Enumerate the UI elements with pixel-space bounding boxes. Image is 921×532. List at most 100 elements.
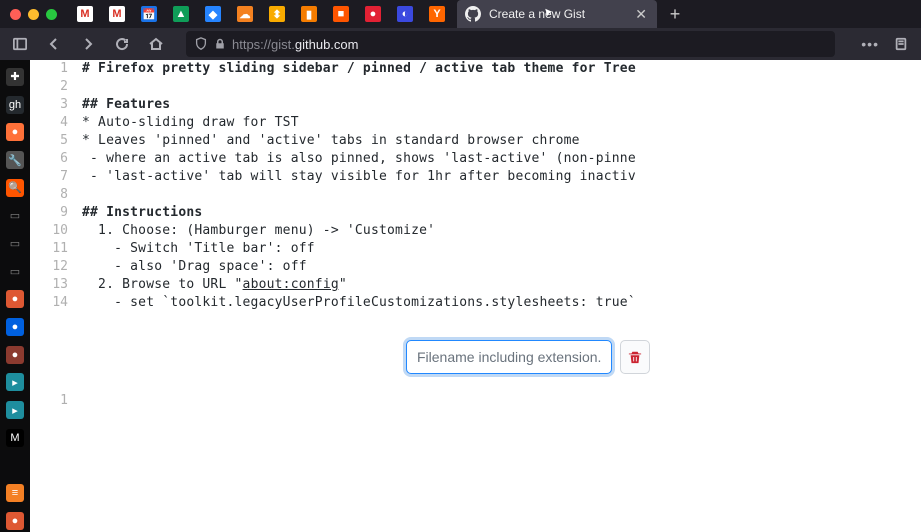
- close-window-button[interactable]: [10, 9, 21, 20]
- code-line: 9## Instructions: [30, 204, 921, 222]
- sidebar-item-11[interactable]: ▸: [4, 371, 26, 393]
- sidebar-item-12[interactable]: ▸: [4, 399, 26, 421]
- sidebar-icon: ≡: [6, 484, 24, 502]
- code-line: 2: [30, 78, 921, 96]
- url-text: https://gist.github.com: [232, 37, 358, 52]
- forward-button[interactable]: [74, 30, 102, 58]
- pinned-tab-5[interactable]: ☁: [229, 0, 261, 28]
- code-line: 7 - 'last-active' tab will stay visible …: [30, 168, 921, 186]
- sidebar-item-3[interactable]: 🔧: [4, 149, 26, 171]
- pinned-tab-2[interactable]: 📅: [133, 0, 165, 28]
- sidebar-icon: ▭: [6, 207, 24, 225]
- shield-icon: [194, 37, 208, 51]
- line-number: 4: [30, 114, 82, 132]
- sidebar-item-8[interactable]: ●: [4, 288, 26, 310]
- favicon: ▲: [173, 6, 189, 22]
- sidebar-item-10[interactable]: ●: [4, 344, 26, 366]
- active-tab[interactable]: Create a new Gist ✕: [457, 0, 657, 28]
- url-bar[interactable]: https://gist.github.com: [186, 31, 835, 57]
- reader-button[interactable]: [887, 30, 915, 58]
- pinned-tab-3[interactable]: ▲: [165, 0, 197, 28]
- line-number: 5: [30, 132, 82, 150]
- pinned-tab-8[interactable]: ■: [325, 0, 357, 28]
- code-line: 11 - Switch 'Title bar': off: [30, 240, 921, 258]
- line-number: 1: [30, 60, 82, 78]
- sidebar-icon: ●: [6, 346, 24, 364]
- sidebar-item-7[interactable]: ▭: [4, 260, 26, 282]
- minimize-window-button[interactable]: [28, 9, 39, 20]
- vertical-sidebar: ✚ gh ● 🔧 🔍 ▭ ▭ ▭ ● ● ● ▸ ▸ M ≡ ●: [0, 60, 30, 532]
- sidebar-icon: ●: [6, 123, 24, 141]
- code-line: 8: [30, 186, 921, 204]
- sidebar-item-0[interactable]: ✚: [4, 66, 26, 88]
- new-tab-button[interactable]: +: [661, 0, 689, 28]
- reload-button[interactable]: [108, 30, 136, 58]
- sidebar-icon: ▸: [6, 401, 24, 419]
- favicon: 📅: [141, 6, 157, 22]
- sidebar-icon: gh: [6, 96, 24, 114]
- pinned-tab-0[interactable]: M: [69, 0, 101, 28]
- sidebar-item-13[interactable]: M: [4, 427, 26, 449]
- line-number: 7: [30, 168, 82, 186]
- sidebar-icon: [6, 457, 24, 475]
- back-button[interactable]: [40, 30, 68, 58]
- filename-input[interactable]: [406, 340, 612, 374]
- pinned-tab-7[interactable]: ▮: [293, 0, 325, 28]
- code-text: * Leaves 'pinned' and 'active' tabs in s…: [82, 132, 580, 150]
- code-text: 1. Choose: (Hamburger menu) -> 'Customiz…: [82, 222, 435, 240]
- favicon: ⬍: [269, 6, 285, 22]
- sidebar-icon: ●: [6, 290, 24, 308]
- code-line: 6 - where an active tab is also pinned, …: [30, 150, 921, 168]
- page-actions-button[interactable]: •••: [861, 36, 879, 52]
- favicon: M: [109, 6, 125, 22]
- code-editor-1[interactable]: 1# Firefox pretty sliding sidebar / pinn…: [30, 60, 921, 312]
- sidebar-icon: 🔧: [6, 151, 24, 169]
- sidebar-item-4[interactable]: 🔍: [4, 177, 26, 199]
- sidebar-item-15[interactable]: ≡: [4, 482, 26, 504]
- maximize-window-button[interactable]: [46, 9, 57, 20]
- code-line: 1# Firefox pretty sliding sidebar / pinn…: [30, 60, 921, 78]
- pinned-tab-10[interactable]: ◐: [389, 0, 421, 28]
- code-text: ## Instructions: [82, 204, 202, 222]
- sidebar-item-5[interactable]: ▭: [4, 205, 26, 227]
- sidebar-toggle-button[interactable]: [6, 30, 34, 58]
- code-editor-2[interactable]: 1: [30, 390, 921, 410]
- sidebar-item-6[interactable]: ▭: [4, 233, 26, 255]
- close-tab-button[interactable]: ✕: [633, 6, 649, 23]
- home-button[interactable]: [142, 30, 170, 58]
- code-line: 13 2. Browse to URL "about:config": [30, 276, 921, 294]
- code-text: - 'last-active' tab will stay visible fo…: [82, 168, 636, 186]
- sidebar-item-16[interactable]: ●: [4, 510, 26, 532]
- pinned-tab-9[interactable]: ●: [357, 0, 389, 28]
- code-text: - where an active tab is also pinned, sh…: [82, 150, 636, 168]
- sidebar-icon: ✚: [6, 68, 24, 86]
- favicon: ◐: [397, 6, 413, 22]
- line-number: 12: [30, 258, 82, 276]
- line-number: 8: [30, 186, 82, 204]
- second-file-header: [406, 340, 921, 374]
- line-number: 10: [30, 222, 82, 240]
- sidebar-icon: ▸: [6, 373, 24, 391]
- code-line: 3## Features: [30, 96, 921, 114]
- pinned-tab-6[interactable]: ⬍: [261, 0, 293, 28]
- code-text: # Firefox pretty sliding sidebar / pinne…: [82, 60, 644, 78]
- sidebar-item-9[interactable]: ●: [4, 316, 26, 338]
- sidebar-item-1[interactable]: gh: [4, 94, 26, 116]
- pinned-tab-11[interactable]: Y: [421, 0, 453, 28]
- code-text: 2. Browse to URL "about:config": [82, 276, 347, 294]
- line-number: 9: [30, 204, 82, 222]
- sidebar-item-14[interactable]: [4, 455, 26, 477]
- pinned-tab-1[interactable]: M: [101, 0, 133, 28]
- favicon: ■: [333, 6, 349, 22]
- delete-file-button[interactable]: [620, 340, 650, 374]
- sidebar-item-2[interactable]: ●: [4, 122, 26, 144]
- code-line: 5* Leaves 'pinned' and 'active' tabs in …: [30, 132, 921, 150]
- pinned-tab-4[interactable]: ◆: [197, 0, 229, 28]
- nav-toolbar: https://gist.github.com •••: [0, 28, 921, 60]
- favicon: Y: [429, 6, 445, 22]
- page-content: 1# Firefox pretty sliding sidebar / pinn…: [30, 60, 921, 532]
- pinned-tabs: MM 📅 ▲ ◆☁ ⬍ ▮ ■ ● ◐ Y: [69, 0, 453, 28]
- sidebar-icon: ▭: [6, 234, 24, 252]
- code-line: 10 1. Choose: (Hamburger menu) -> 'Custo…: [30, 222, 921, 240]
- code-text: - set `toolkit.legacyUserProfileCustomiz…: [82, 294, 636, 312]
